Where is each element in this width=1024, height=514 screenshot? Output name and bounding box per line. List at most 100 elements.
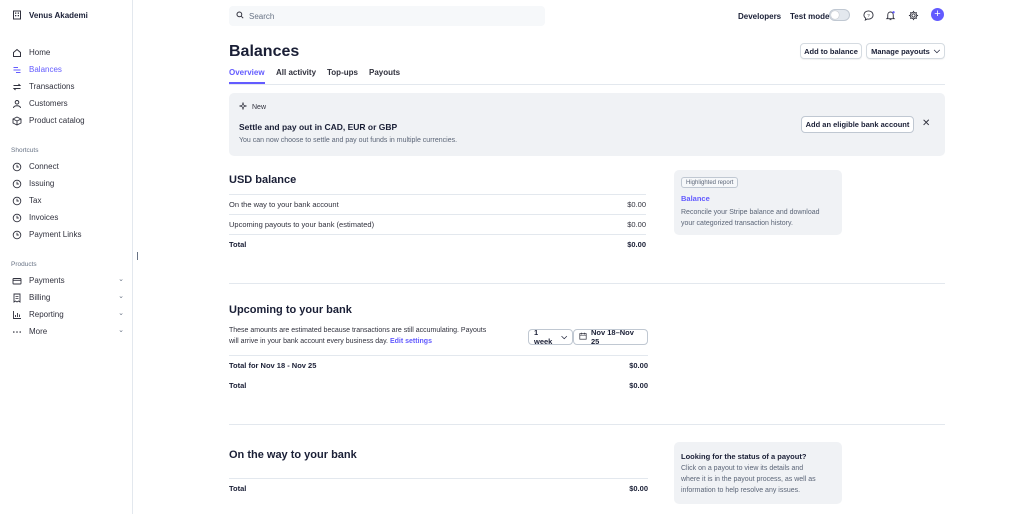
period-select[interactable]: 1 week ⌵ xyxy=(528,328,573,346)
text-cursor xyxy=(137,252,138,260)
gear-icon[interactable] xyxy=(907,9,919,21)
sidebar-item-payment-links[interactable]: Payment Links xyxy=(12,228,124,241)
sidebar-item-product-catalog[interactable]: Product catalog xyxy=(12,114,124,127)
tab-overview[interactable]: Overview xyxy=(229,68,265,84)
developers-link[interactable]: Developers xyxy=(738,9,781,23)
row-value: $0.00 xyxy=(629,361,648,370)
row-label: Total for Nov 18 - Nov 25 xyxy=(229,361,317,370)
plus-icon: + xyxy=(934,8,941,20)
manage-payouts-label: Manage payouts xyxy=(871,46,930,56)
sidebar-item-more[interactable]: More ⌄ xyxy=(12,325,124,338)
svg-text:?: ? xyxy=(867,12,870,17)
chevron-down-icon: ⌄ xyxy=(118,310,124,317)
sidebar-item-label: Tax xyxy=(29,196,42,205)
create-button[interactable]: + xyxy=(931,8,944,21)
sidebar-item-label: Product catalog xyxy=(29,116,85,125)
sidebar-item-home[interactable]: Home xyxy=(12,46,124,59)
home-icon xyxy=(12,48,22,58)
on-the-way-heading: On the way to your bank xyxy=(229,449,357,461)
products-heading: Products xyxy=(11,261,37,268)
clock-icon xyxy=(12,179,22,189)
row-value: $0.00 xyxy=(629,484,648,493)
sidebar-item-customers[interactable]: Customers xyxy=(12,97,124,110)
sparkle-icon xyxy=(238,101,248,112)
payout-status-title: Looking for the status of a payout? xyxy=(681,452,807,461)
sidebar-item-tax[interactable]: Tax xyxy=(12,194,124,207)
table-row: Total $0.00 xyxy=(229,478,648,498)
chevron-down-icon: ⌵ xyxy=(561,332,567,341)
clock-icon xyxy=(12,230,22,240)
tab-top-ups[interactable]: Top-ups xyxy=(327,68,358,84)
more-icon xyxy=(12,327,22,337)
sidebar-item-transactions[interactable]: Transactions xyxy=(12,80,124,93)
sidebar-item-invoices[interactable]: Invoices xyxy=(12,211,124,224)
chevron-down-icon: ⌵ xyxy=(933,46,940,55)
highlighted-report-pill: Highlighted report xyxy=(681,177,739,188)
add-to-balance-button[interactable]: Add to balance xyxy=(800,43,862,59)
shortcuts-heading: Shortcuts xyxy=(11,147,39,154)
sidebar-item-billing[interactable]: Billing ⌄ xyxy=(12,291,124,304)
chevron-down-icon: ⌄ xyxy=(118,327,124,334)
edit-settings-link[interactable]: Edit settings xyxy=(390,338,432,345)
period-value: 1 week xyxy=(534,328,553,346)
add-eligible-bank-account-button[interactable]: Add an eligible bank account xyxy=(801,116,914,133)
sidebar-item-label: Connect xyxy=(29,162,59,171)
sidebar-item-reporting[interactable]: Reporting ⌄ xyxy=(12,308,124,321)
upcoming-heading: Upcoming to your bank xyxy=(229,304,352,316)
search-icon xyxy=(236,11,244,21)
sidebar-item-label: More xyxy=(29,327,48,336)
payout-status-line: Click on a payout to view its details an… xyxy=(681,465,804,472)
table-row: Total $0.00 xyxy=(229,234,646,254)
help-icon[interactable]: ? xyxy=(862,9,874,21)
transactions-icon xyxy=(12,82,22,92)
payments-icon xyxy=(12,276,22,286)
row-label: Total xyxy=(229,240,247,249)
chevron-down-icon: ⌄ xyxy=(118,293,124,300)
tab-all-activity[interactable]: All activity xyxy=(276,68,316,84)
date-range-picker[interactable]: Nov 18–Nov 25 xyxy=(573,328,648,346)
payout-status-card: Looking for the status of a payout? Clic… xyxy=(674,442,842,504)
page-title: Balances xyxy=(229,43,300,60)
currency-banner: New Settle and pay out in CAD, EUR or GB… xyxy=(229,93,945,156)
highlighted-report-card: Highlighted report Balance Reconcile you… xyxy=(674,170,842,235)
account-switcher[interactable]: Venus Akademi xyxy=(12,10,88,20)
tabs: Overview All activity Top-ups Payouts xyxy=(229,68,945,85)
sidebar-item-label: Billing xyxy=(29,293,51,302)
table-row: Total $0.00 xyxy=(229,375,648,395)
report-description-line: your categorized transaction history. xyxy=(681,220,793,227)
sidebar-item-label: Reporting xyxy=(29,310,64,319)
search-placeholder: Search xyxy=(249,11,275,21)
close-icon[interactable]: ✕ xyxy=(922,118,930,129)
new-badge: New xyxy=(238,101,266,112)
payout-status-line: information to help resolve any issues. xyxy=(681,487,801,494)
account-name: Venus Akademi xyxy=(29,10,88,20)
section-divider xyxy=(229,283,945,284)
sidebar-item-issuing[interactable]: Issuing xyxy=(12,177,124,190)
row-value: $0.00 xyxy=(627,200,646,209)
sidebar: Venus Akademi Home Balances Transactions… xyxy=(0,0,133,514)
balance-report-link[interactable]: Balance xyxy=(681,194,710,203)
search-input[interactable]: Search xyxy=(229,6,545,26)
bell-icon[interactable] xyxy=(884,9,896,21)
test-mode-toggle[interactable] xyxy=(829,9,850,21)
sidebar-item-label: Invoices xyxy=(29,213,59,222)
sidebar-item-connect[interactable]: Connect xyxy=(12,160,124,173)
table-row: Upcoming payouts to your bank (estimated… xyxy=(229,214,646,234)
sidebar-item-label: Payments xyxy=(29,276,65,285)
sidebar-item-label: Customers xyxy=(29,99,68,108)
upcoming-description-text: will arrive in your bank account every b… xyxy=(229,338,389,345)
row-label: On the way to your bank account xyxy=(229,200,339,209)
sidebar-item-balances[interactable]: Balances xyxy=(12,63,124,76)
test-mode-label: Test mode xyxy=(790,11,830,21)
table-row: Total for Nov 18 - Nov 25 $0.00 xyxy=(229,355,648,375)
payout-status-line: where it is in the payout process, as we… xyxy=(681,476,816,483)
clock-icon xyxy=(12,213,22,223)
tab-payouts[interactable]: Payouts xyxy=(369,68,400,84)
billing-icon xyxy=(12,293,22,303)
report-description-line: Reconcile your Stripe balance and downlo… xyxy=(681,209,820,216)
sidebar-item-payments[interactable]: Payments ⌄ xyxy=(12,274,124,287)
manage-payouts-button[interactable]: Manage payouts ⌵ xyxy=(866,43,945,59)
usd-balance-heading: USD balance xyxy=(229,174,297,186)
sidebar-item-label: Issuing xyxy=(29,179,55,188)
clock-icon xyxy=(12,196,22,206)
